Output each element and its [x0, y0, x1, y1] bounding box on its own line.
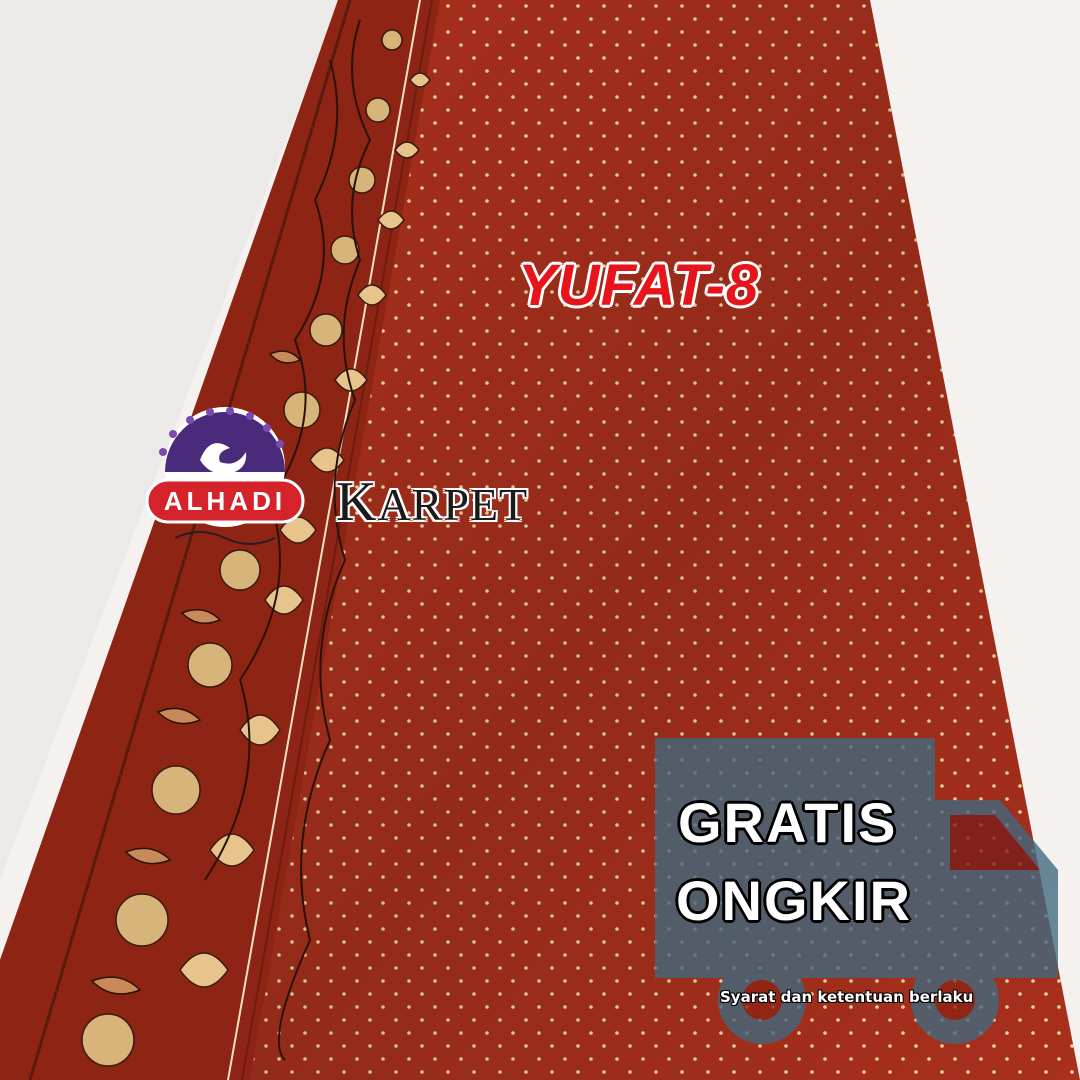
- product-code-label: YUFAT-8: [518, 253, 760, 318]
- brand-badge-text: ALHADI: [164, 486, 286, 516]
- brand-word-rest: ARPET: [377, 479, 529, 530]
- promo-terms-note: Syarat dan ketentuan berlaku: [720, 988, 974, 1006]
- promo-line-gratis: GRATIS: [678, 791, 898, 854]
- brand-word-karpet: KARPET: [336, 470, 528, 534]
- carpet-photo: ALHADI: [0, 0, 1080, 1080]
- promo-line-ongkir: ONGKIR: [676, 869, 912, 932]
- brand-word-initial: K: [336, 471, 378, 533]
